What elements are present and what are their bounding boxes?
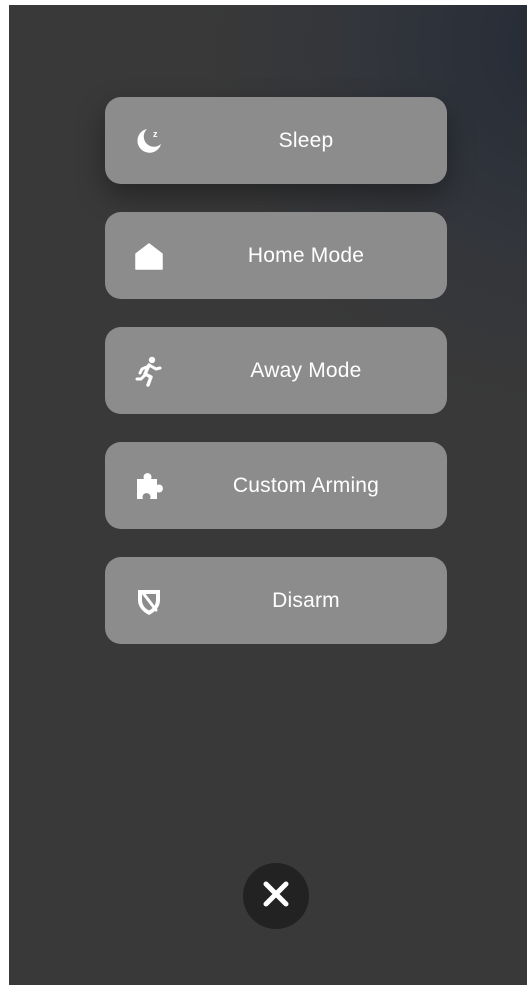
disarm-button[interactable]: Disarm [105,557,447,644]
running-person-icon [133,355,165,387]
close-icon [261,879,291,914]
moon-sleep-icon: z [133,125,165,157]
custom-arming-label: Custom Arming [232,473,380,497]
home-mode-button[interactable]: Home Mode [105,212,447,299]
puzzle-icon [133,470,165,502]
away-mode-button[interactable]: Away Mode [105,327,447,414]
disarm-label: Disarm [272,588,340,612]
home-mode-label: Home Mode [247,243,365,267]
custom-arming-button[interactable]: Custom Arming [105,442,447,529]
mode-selector-overlay: z Sleep Home Mode Away Mode Custom Armin… [9,5,527,985]
shield-off-icon [133,585,165,617]
close-button[interactable] [243,863,309,929]
away-mode-label: Away Mode [250,358,362,382]
home-icon [133,240,165,272]
svg-text:z: z [153,129,158,139]
security-mode-menu: z Sleep Home Mode Away Mode Custom Armin… [105,97,447,672]
sleep-mode-label: Sleep [278,128,334,152]
sleep-mode-button[interactable]: z Sleep [105,97,447,184]
